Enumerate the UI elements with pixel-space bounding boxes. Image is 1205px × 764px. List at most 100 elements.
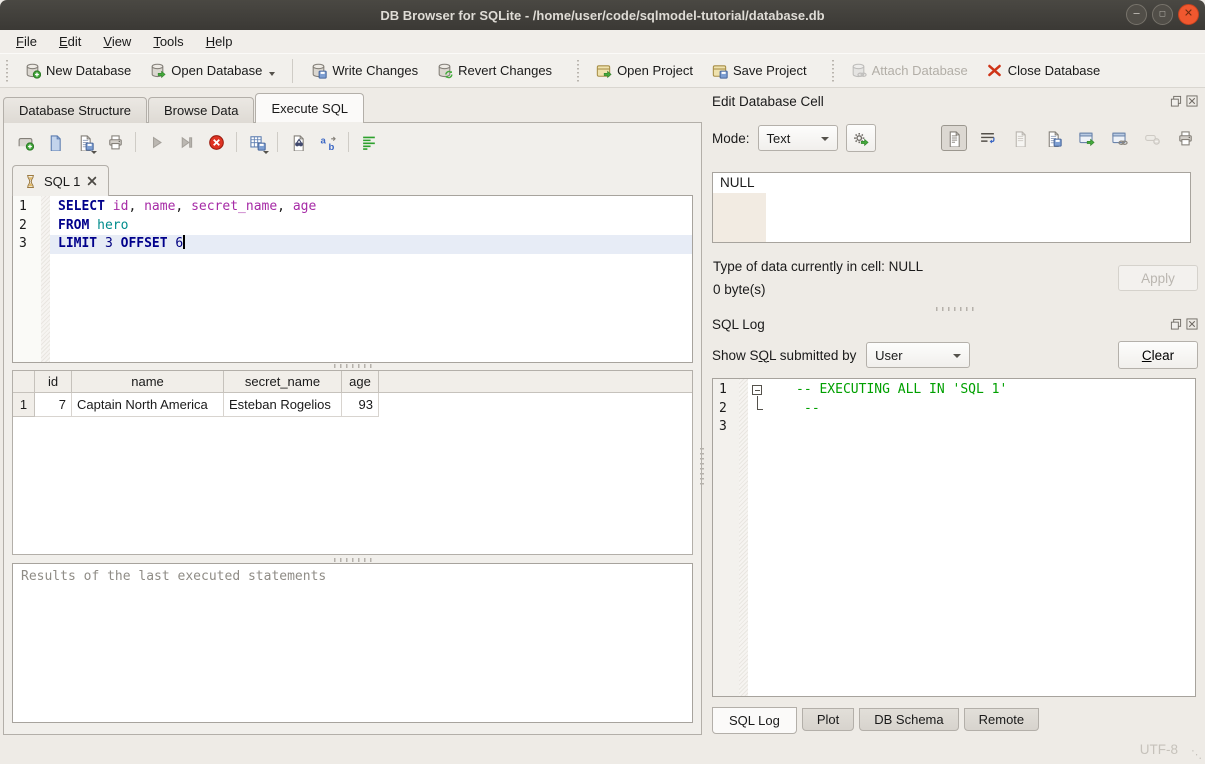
- text-mode-button[interactable]: [941, 125, 967, 151]
- stop-execution-button[interactable]: [203, 129, 229, 155]
- close-tab-icon[interactable]: [86, 175, 98, 187]
- new-sql-tab-button[interactable]: [12, 129, 38, 155]
- execute-line-button[interactable]: [173, 129, 199, 155]
- tab-execute-sql[interactable]: Execute SQL: [255, 93, 364, 123]
- set-null-icon: [1144, 130, 1161, 147]
- resize-grip[interactable]: ⋱: [1191, 748, 1201, 761]
- dock-float-icon[interactable]: [1170, 95, 1182, 107]
- print-sql-button[interactable]: [102, 129, 128, 155]
- link-button[interactable]: [1106, 125, 1132, 151]
- gear-go-icon: [852, 130, 869, 147]
- open-database-button[interactable]: Open Database: [140, 58, 284, 83]
- execution-message-pane[interactable]: Results of the last executed statements: [12, 563, 693, 723]
- splitter-handle[interactable]: [936, 307, 974, 311]
- mode-select[interactable]: Text: [758, 125, 838, 151]
- splitter-handle[interactable]: [334, 558, 372, 562]
- submitted-by-select[interactable]: User: [866, 342, 970, 368]
- format-sql-button[interactable]: [356, 129, 382, 155]
- menu-tools[interactable]: Tools: [145, 31, 191, 52]
- open-database-dropdown-icon[interactable]: [269, 72, 275, 76]
- toolbar-grip[interactable]: [830, 60, 837, 82]
- app-window: DB Browser for SQLite - /home/user/code/…: [0, 0, 1205, 764]
- open-project-button[interactable]: Open Project: [586, 58, 702, 83]
- dock-close-icon[interactable]: [1186, 318, 1198, 330]
- execute-all-icon: [148, 134, 165, 151]
- menu-help[interactable]: Help: [198, 31, 241, 52]
- save-sql-dropdown-icon[interactable]: [91, 151, 97, 154]
- edit-cell-dock-header: Edit Database Cell: [712, 92, 1198, 110]
- open-sql-file-button[interactable]: [42, 129, 68, 155]
- cell-age[interactable]: 93: [342, 393, 379, 417]
- new-database-button[interactable]: New Database: [15, 58, 140, 83]
- dock-tab-plot[interactable]: Plot: [802, 708, 854, 731]
- column-header-name[interactable]: name: [72, 371, 224, 393]
- log-text-area[interactable]: -- EXECUTING ALL IN 'SQL 1'--: [748, 379, 1195, 696]
- toolbar-grip[interactable]: [4, 60, 11, 82]
- sql-log-view[interactable]: 123 -- EXECUTING ALL IN 'SQL 1'--: [712, 378, 1196, 697]
- import-data-button[interactable]: [1007, 125, 1033, 151]
- titlebar[interactable]: DB Browser for SQLite - /home/user/code/…: [0, 0, 1205, 30]
- sql-editor-tab[interactable]: SQL 1: [12, 165, 109, 196]
- line-number-gutter: 123: [713, 379, 739, 696]
- print-cell-button[interactable]: [1172, 125, 1198, 151]
- cell-editor-margin: [713, 193, 766, 242]
- cell-type-info: Type of data currently in cell: NULL: [713, 259, 923, 274]
- column-header-id[interactable]: id: [35, 371, 72, 393]
- cell-name[interactable]: Captain North America: [72, 393, 224, 417]
- sql-log-filter-bar: Show SQL submitted by User Clear: [712, 340, 1198, 370]
- tab-database-structure[interactable]: Database Structure: [3, 97, 147, 123]
- find-button[interactable]: [285, 129, 311, 155]
- write-changes-button[interactable]: Write Changes: [301, 58, 427, 83]
- find-replace-button[interactable]: ab: [315, 129, 341, 155]
- close-button[interactable]: ✕: [1178, 4, 1199, 25]
- dock-tab-sql-log[interactable]: SQL Log: [712, 707, 797, 734]
- main-toolbar: New Database Open Database Write Changes…: [0, 53, 1205, 88]
- tab-browse-data[interactable]: Browse Data: [148, 97, 254, 123]
- sql-code-area[interactable]: SELECT id, name, secret_name, ageFROM he…: [50, 196, 692, 362]
- close-database-button[interactable]: Close Database: [977, 58, 1110, 83]
- maximize-button[interactable]: □: [1152, 4, 1173, 25]
- toolbar-grip[interactable]: [575, 60, 582, 82]
- dock-close-icon[interactable]: [1186, 95, 1198, 107]
- dock-float-icon[interactable]: [1170, 318, 1182, 330]
- menu-edit[interactable]: Edit: [51, 31, 89, 52]
- menu-view[interactable]: View: [95, 31, 139, 52]
- sql-log-dock-header: SQL Log: [712, 315, 1198, 333]
- toolbar-separator: [292, 59, 293, 83]
- minimize-button[interactable]: –: [1126, 4, 1147, 25]
- attach-database-button[interactable]: Attach Database: [841, 58, 977, 83]
- open-database-icon: [149, 62, 166, 79]
- save-results-dropdown-icon[interactable]: [263, 151, 269, 154]
- open-external-button[interactable]: [1073, 125, 1099, 151]
- word-wrap-button[interactable]: [974, 125, 1000, 151]
- auto-mode-button[interactable]: [846, 124, 876, 152]
- save-project-button[interactable]: Save Project: [702, 58, 816, 83]
- revert-changes-button[interactable]: Revert Changes: [427, 58, 561, 83]
- splitter-handle[interactable]: [334, 364, 372, 368]
- set-null-button[interactable]: [1139, 125, 1165, 151]
- save-results-button[interactable]: [244, 129, 270, 155]
- save-project-icon: [711, 62, 728, 79]
- cell-id[interactable]: 7: [35, 393, 72, 417]
- menu-file[interactable]: File: [8, 31, 45, 52]
- open-external-icon: [1078, 130, 1095, 147]
- open-sql-file-icon: [47, 134, 64, 151]
- cell-secret-name[interactable]: Esteban Rogelios: [224, 393, 342, 417]
- execute-all-button[interactable]: [143, 129, 169, 155]
- dock-tab-db-schema[interactable]: DB Schema: [859, 708, 958, 731]
- cell-editor[interactable]: NULL: [712, 172, 1191, 243]
- fold-collapse-icon[interactable]: [752, 385, 762, 395]
- export-data-button[interactable]: [1040, 125, 1066, 151]
- open-project-icon: [595, 62, 612, 79]
- clear-button[interactable]: Clear: [1118, 341, 1198, 369]
- sql-editor[interactable]: 123 SELECT id, name, secret_name, ageFRO…: [12, 195, 693, 363]
- column-header-age[interactable]: age: [342, 371, 379, 393]
- dock-tab-remote[interactable]: Remote: [964, 708, 1040, 731]
- save-sql-file-button[interactable]: [72, 129, 98, 155]
- row-header[interactable]: 1: [13, 393, 35, 417]
- apply-button[interactable]: Apply: [1118, 265, 1198, 291]
- results-grid[interactable]: id name secret_name age 1 7 Captain Nort…: [12, 370, 693, 555]
- table-row[interactable]: 1 7 Captain North America Esteban Rogeli…: [13, 393, 692, 417]
- column-header-secret-name[interactable]: secret_name: [224, 371, 342, 393]
- vertical-splitter-handle[interactable]: [700, 448, 704, 488]
